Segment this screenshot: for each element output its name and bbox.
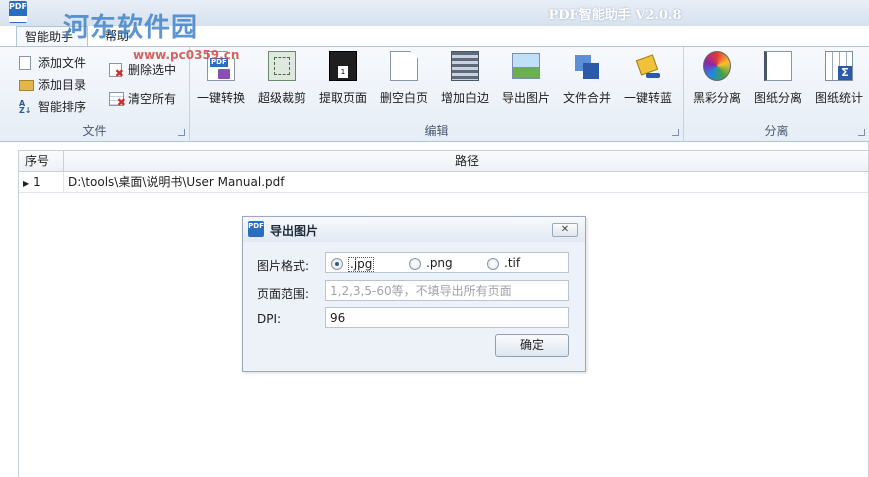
clear-list-icon: ✖ — [109, 92, 126, 108]
watermark-url: www.pc0359.cn — [133, 48, 240, 62]
blank-page-icon — [390, 51, 418, 81]
radio-checked-icon — [331, 258, 343, 270]
drawing-split-icon — [764, 51, 792, 81]
page-range-input[interactable] — [330, 282, 564, 299]
edit-group-launcher-icon[interactable] — [672, 129, 679, 136]
image-format-label: 图片格式: — [257, 259, 310, 273]
table-header: 序号 路径 — [19, 150, 869, 172]
page-range-label: 页面范围: — [257, 287, 310, 301]
drawing-separation-button[interactable]: 图纸分离 — [747, 49, 809, 111]
radio-unchecked-icon — [487, 258, 499, 270]
sort-az-icon: A Z↓ — [19, 99, 32, 115]
split-group-launcher-icon[interactable] — [858, 129, 865, 136]
dialog-close-button[interactable]: ✕ — [552, 223, 578, 237]
row-pointer-icon: ▶ — [23, 179, 30, 188]
dialog-title: 导出图片 — [270, 224, 319, 238]
export-image-button[interactable]: 导出图片 — [495, 49, 557, 111]
table-row[interactable]: ▶ 1 D:\tools\桌面\说明书\User Manual.pdf — [19, 172, 869, 193]
ribbon: 添加文件 添加目录 A Z↓ 智能排序 ✖ 删除选中 ✖ 清空所有 文件 PDF … — [0, 46, 869, 142]
super-crop-button[interactable]: 超级裁剪 — [251, 49, 313, 111]
app-logo-icon: PDF — [9, 1, 27, 23]
paint-bucket-icon — [634, 51, 662, 81]
add-file-icon — [19, 56, 31, 70]
row-index-cell: ▶ 1 — [19, 172, 64, 192]
extract-page-button[interactable]: 1 提取页面 — [312, 49, 374, 111]
merge-files-button[interactable]: 文件合并 — [556, 49, 618, 111]
dialog-pdf-icon: PDF — [248, 221, 264, 237]
watermark-logo: 河东软件园 — [63, 13, 199, 43]
edit-group: PDF 一键转换 超级裁剪 1 提取页面 删空白页 增加白边 导出图片 文件合并… — [190, 47, 684, 142]
file-group-label: 文件 — [82, 124, 107, 138]
page-range-box — [325, 280, 569, 301]
folder-icon — [19, 80, 34, 91]
extract-page-icon: 1 — [329, 51, 357, 81]
dpi-label: DPI: — [257, 312, 282, 326]
ok-button[interactable]: 确定 — [495, 334, 569, 357]
statistics-sigma-icon: Σ — [825, 51, 853, 81]
drawing-statistics-button[interactable]: Σ 图纸统计 — [808, 49, 869, 111]
edit-group-label: 编辑 — [424, 124, 449, 138]
crop-icon — [268, 51, 296, 81]
margin-icon — [451, 51, 479, 81]
dialog-title-bar[interactable]: PDF 导出图片 ✕ — [243, 217, 585, 242]
one-click-blue-button[interactable]: 一键转蓝 — [617, 49, 679, 111]
split-group: 黑彩分离 图纸分离 Σ 图纸统计 分离 — [684, 47, 869, 142]
image-format-group: .jpg .png .tif — [325, 252, 569, 273]
radio-unchecked-icon — [409, 258, 421, 270]
row-index: 1 — [33, 175, 41, 189]
dpi-input[interactable] — [330, 309, 564, 326]
window-title: PDF智能助手 V2.0.8 — [548, 8, 682, 23]
file-group-launcher-icon[interactable] — [178, 129, 185, 136]
split-group-label: 分离 — [764, 124, 789, 138]
column-header-path[interactable]: 路径 — [64, 151, 869, 172]
add-margin-button[interactable]: 增加白边 — [434, 49, 496, 111]
export-image-dialog: PDF 导出图片 ✕ 图片格式: .jpg .png .tif 页面范围: DP… — [242, 216, 586, 372]
row-path: D:\tools\桌面\说明书\User Manual.pdf — [68, 175, 285, 189]
color-separation-button[interactable]: 黑彩分离 — [686, 49, 748, 111]
column-header-index[interactable]: 序号 — [19, 151, 64, 172]
delete-blank-page-button[interactable]: 删空白页 — [373, 49, 435, 111]
color-palette-icon — [703, 51, 731, 81]
merge-icon — [573, 51, 601, 81]
dpi-box — [325, 307, 569, 328]
image-icon — [512, 53, 540, 79]
delete-icon: ✖ — [109, 63, 124, 79]
